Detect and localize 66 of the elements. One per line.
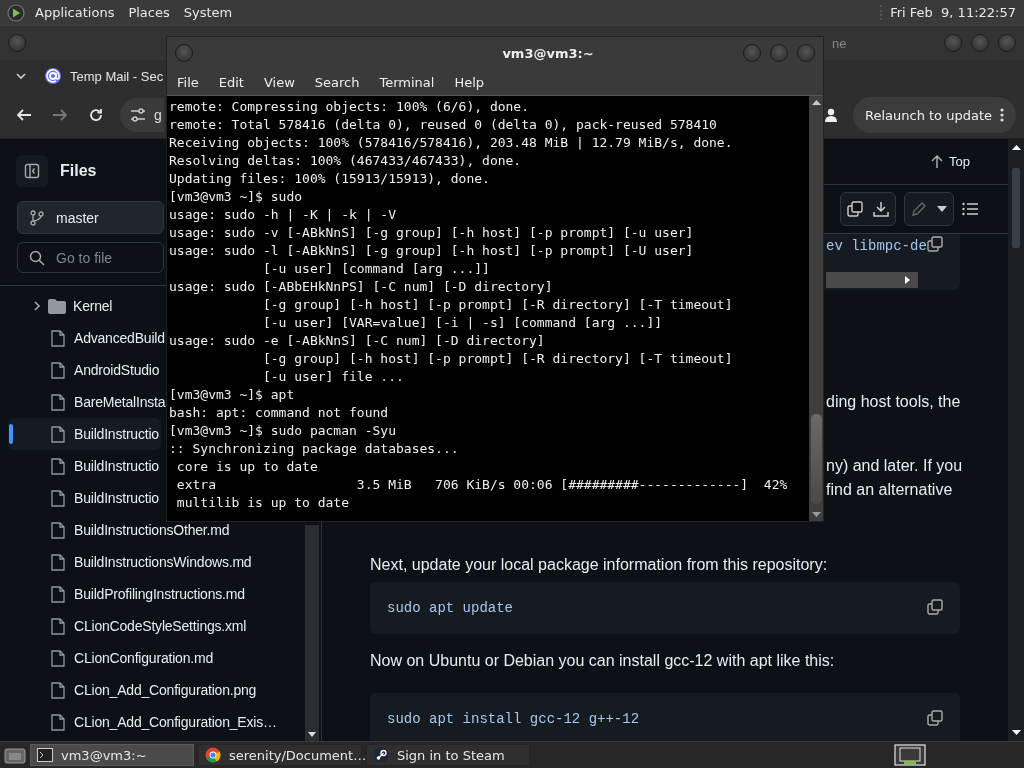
- terminal-line: :: Synchronizing package databases...: [169, 440, 459, 458]
- taskbar-button[interactable]: Sign in to Steam: [366, 744, 530, 766]
- menu-item[interactable]: Edit: [218, 74, 244, 90]
- menu-item[interactable]: Search: [314, 74, 360, 90]
- file-tree-item[interactable]: AdvancedBuild: [8, 322, 167, 354]
- terminal-line: [-u user] [VAR=value] [-i | -s] [command [arg ...]]: [261, 314, 663, 332]
- panel-menu[interactable]: Places: [128, 5, 170, 20]
- menu-item[interactable]: File: [177, 74, 199, 90]
- file-tree-item[interactable]: BuildInstructio: [8, 450, 161, 482]
- terminal-line: [vm3@vm3 ~]$ sudo: [169, 188, 303, 206]
- file-tree-item[interactable]: AndroidStudio: [8, 354, 162, 386]
- terminal-line: bash: apt: command not found: [169, 404, 389, 422]
- terminal-line: multilib is up to date: [175, 494, 349, 512]
- file-tree-item[interactable]: BuildInstructio: [8, 418, 161, 450]
- menu-item[interactable]: View: [263, 74, 295, 90]
- terminal-line: [vm3@vm3 ~]$ sudo pacman -Syu: [169, 422, 396, 440]
- file-tree-item[interactable]: CLion_Add_Configuration_Exis…: [8, 706, 279, 738]
- file-tree-item[interactable]: BuildInstructionsWindows.md: [8, 546, 254, 578]
- relaunch-button[interactable]: Relaunch to update: [853, 97, 1016, 133]
- branch-button[interactable]: master: [17, 201, 164, 234]
- terminal-line: usage: sudo -e [-ABkNnS] [-C num] [-D directory]: [169, 332, 545, 350]
- terminal-line: core is up to date: [175, 458, 318, 476]
- menu-item[interactable]: Terminal: [379, 74, 435, 90]
- panel-menu[interactable]: System: [183, 5, 233, 20]
- terminal-line: remote: Compressing objects: 100% (6/6), done.: [169, 98, 530, 116]
- window-title: vm3@vm3:~: [501, 45, 594, 61]
- paragraph-text: ny) and later. If you: [826, 456, 960, 476]
- file-tree-item[interactable]: BareMetalInsta: [8, 386, 168, 418]
- panel-menu[interactable]: Applications: [35, 5, 115, 20]
- search-field[interactable]: Go to file: [17, 242, 164, 273]
- terminal-line: [-u user] file ...: [261, 368, 404, 386]
- file-tree-item[interactable]: CLionConfiguration.md: [8, 642, 215, 674]
- terminal-line: usage: sudo -l [-ABkNnS] [-g group] [-h host] [-p prompt] [-U user]: [169, 242, 694, 260]
- address-field[interactable]: g: [120, 98, 164, 132]
- file-tree-item[interactable]: CLion_Add_Configuration.png: [8, 674, 259, 706]
- terminal-line: usage: sudo -v [-ABkNnS] [-g group] [-h host] [-p prompt] [-u user]: [169, 224, 694, 242]
- file-tree-item[interactable]: BuildInstructionsOther.md: [8, 514, 232, 546]
- terminal-line: Receiving objects: 100% (578416/578416), 203.48 MiB | 12.79 MiB/s, done.: [169, 134, 733, 152]
- taskbar-button[interactable]: vm3@vm3:~: [30, 744, 194, 766]
- code-block: sudo apt update: [370, 582, 960, 634]
- terminal-line: [-u user] [command [arg ...]]: [261, 260, 490, 278]
- file-tree-item[interactable]: Kernel: [8, 290, 115, 322]
- paragraph-text: find an alternative: [826, 480, 954, 500]
- sidebar-title: Files: [60, 162, 97, 180]
- menu-item[interactable]: Help: [454, 74, 485, 90]
- terminal-line: Updating files: 100% (15913/15913), done.: [169, 170, 490, 188]
- terminal-line: [-g group] [-h host] [-p prompt] [-R directory] [-T timeout]: [261, 350, 733, 368]
- terminal-line: [vm3@vm3 ~]$ apt: [169, 386, 295, 404]
- paragraph-text: Now on Ubuntu or Debian you can install gcc-12 with apt like this:: [370, 651, 836, 671]
- browser-tab[interactable]: Temp Mail - Sec: [44, 61, 164, 91]
- code-block: sudo apt install gcc-12 g++-12: [370, 693, 960, 741]
- terminal-line: usage: sudo [-ABbEHkNnPS] [-C num] [-D directory]: [169, 278, 553, 296]
- paragraph-text: Next, update your local package information from this repository:: [370, 555, 829, 575]
- file-tree-item[interactable]: BuildProfilingInstructions.md: [8, 578, 247, 610]
- terminal-line: Resolving deltas: 100% (467433/467433), done.: [169, 152, 522, 170]
- terminal-line: remote: Total 578416 (delta 0), reused 0 (delta 0), pack-reused 578410: [169, 116, 717, 134]
- file-tree-item[interactable]: CLionCodeStyleSettings.xml: [8, 610, 249, 642]
- terminal-line: extra 3.5 MiB 706 KiB/s 00:06 [#########-------------] 42%: [175, 476, 788, 494]
- window-title: ne: [832, 35, 847, 51]
- file-tree-item[interactable]: BuildInstructio: [8, 482, 161, 514]
- top-button[interactable]: Top: [925, 153, 976, 170]
- paragraph-text: ding host tools, the: [826, 392, 960, 412]
- code-text: ev libmpc-de: [826, 238, 927, 254]
- clock[interactable]: Fri Feb 9, 11:22:57: [880, 5, 1020, 20]
- terminal-line: [-g group] [-h host] [-p prompt] [-R directory] [-T timeout]: [261, 296, 733, 314]
- terminal-line: usage: sudo -h | -K | -k | -V: [169, 206, 396, 224]
